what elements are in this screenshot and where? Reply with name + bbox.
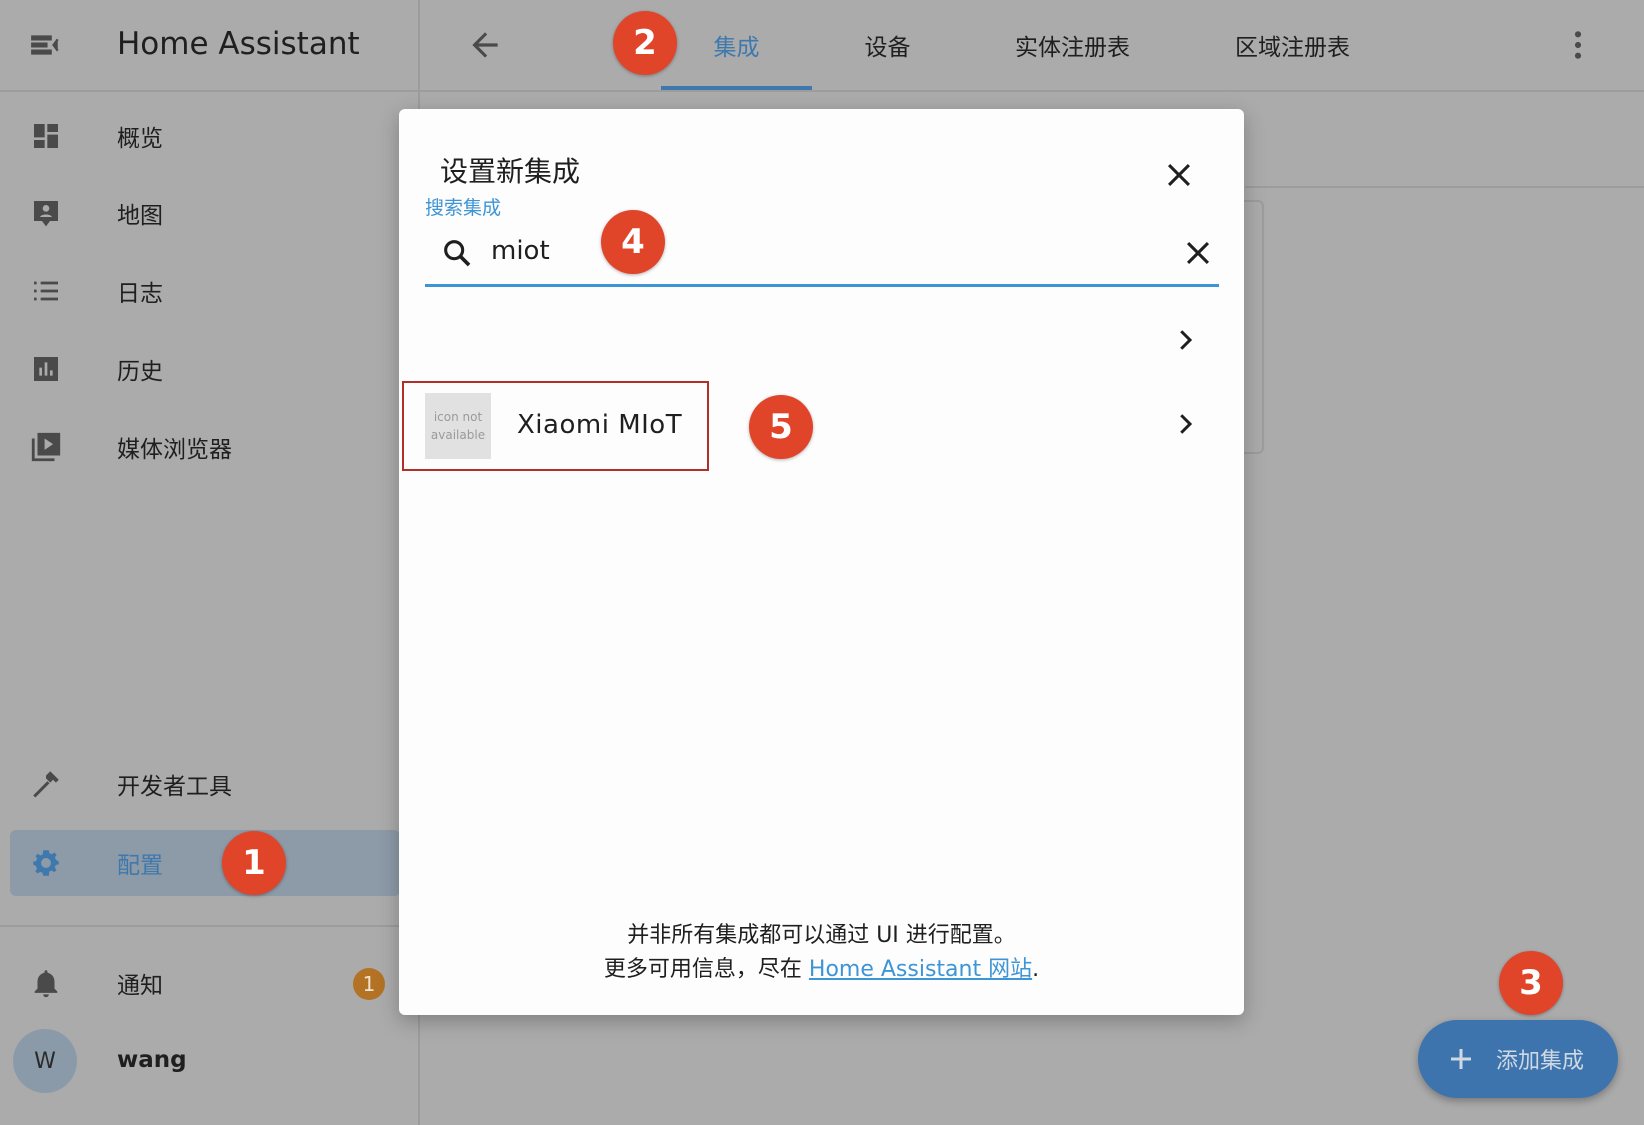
search-input[interactable]: miot	[491, 236, 550, 266]
step-marker-3: 3	[1499, 951, 1563, 1015]
app-title: Home Assistant	[117, 26, 360, 62]
step-marker-2: 2	[613, 11, 677, 75]
sidebar-header: Home Assistant	[0, 0, 418, 92]
more-vert-icon[interactable]	[1562, 26, 1594, 64]
footer-text: 更多可用信息，尽在	[603, 957, 809, 982]
gear-icon	[26, 843, 66, 883]
chevron-right-icon[interactable]	[1170, 409, 1200, 439]
integration-icon-placeholder: icon not available	[425, 393, 491, 459]
search-icon	[440, 236, 474, 270]
dashboard-icon	[26, 116, 66, 156]
dialog-footer-note: 并非所有集成都可以通过 UI 进行配置。	[627, 923, 1016, 948]
menu-collapse-icon[interactable]	[28, 28, 62, 62]
sidebar-item-media-browser[interactable]: 媒体浏览器	[0, 415, 418, 479]
integration-name: Xiaomi MIoT	[517, 410, 683, 440]
sidebar-item-overview[interactable]: 概览	[0, 104, 418, 168]
home-assistant-website-link[interactable]: Home Assistant 网站	[809, 957, 1032, 982]
sidebar-item-map[interactable]: 地图	[0, 181, 418, 245]
close-icon[interactable]	[1162, 158, 1196, 192]
hammer-icon	[26, 764, 66, 804]
notification-count-badge: 1	[353, 968, 385, 1000]
bell-icon	[26, 963, 66, 1003]
sidebar-item-label: 通知	[117, 973, 163, 999]
search-underline	[425, 284, 1219, 287]
add-integration-label: 添加集成	[1496, 1049, 1585, 1074]
avatar[interactable]: W	[13, 1029, 77, 1093]
sidebar-item-label: 开发者工具	[117, 774, 232, 800]
sidebar-item-logbook[interactable]: 日志	[0, 259, 418, 323]
step-marker-4: 4	[601, 210, 665, 274]
media-browser-icon	[26, 427, 66, 467]
sidebar-item-developer-tools[interactable]: 开发者工具	[0, 752, 418, 816]
add-integration-button[interactable]: 添加集成	[1418, 1020, 1618, 1098]
clear-search-icon[interactable]	[1181, 236, 1215, 270]
sidebar-item-label: 日志	[117, 281, 163, 307]
sidebar-item-configuration[interactable]: 配置	[0, 831, 418, 895]
tab-integrations[interactable]: 集成	[661, 0, 812, 90]
sidebar-item-label: 概览	[117, 126, 163, 152]
footer-text: .	[1032, 957, 1040, 982]
background-divider	[1245, 186, 1644, 188]
sidebar-item-label: 配置	[117, 853, 163, 879]
dialog-title: 设置新集成	[440, 155, 581, 188]
logbook-icon	[26, 271, 66, 311]
step-marker-1: 1	[222, 831, 286, 895]
placeholder-text: available	[430, 428, 486, 442]
step-marker-5: 5	[749, 395, 813, 459]
sidebar-divider	[0, 925, 418, 927]
map-icon	[26, 193, 66, 233]
tab-devices[interactable]: 设备	[815, 0, 960, 90]
sidebar-item-history[interactable]: 历史	[0, 337, 418, 401]
tab-entity-registry[interactable]: 实体注册表	[990, 0, 1155, 90]
placeholder-text: icon not	[433, 410, 483, 424]
plus-icon	[1446, 1044, 1476, 1074]
chevron-right-icon[interactable]	[1170, 325, 1200, 355]
dialog-footer-more-info: 更多可用信息，尽在 Home Assistant 网站.	[399, 951, 1244, 983]
active-tab-indicator	[661, 86, 812, 90]
search-label: 搜索集成	[425, 197, 502, 219]
sidebar-item-label: 地图	[117, 203, 163, 229]
user-name[interactable]: wang	[117, 1047, 187, 1073]
tab-area-registry[interactable]: 区域注册表	[1210, 0, 1375, 90]
back-arrow-icon[interactable]	[466, 26, 504, 64]
sidebar-item-label: 媒体浏览器	[117, 437, 232, 463]
sidebar-item-label: 历史	[117, 359, 163, 385]
history-icon	[26, 349, 66, 389]
